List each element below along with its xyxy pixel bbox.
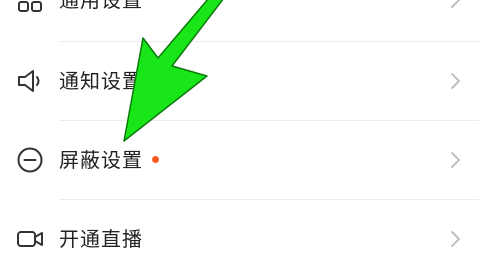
settings-item-block[interactable]: 屏蔽设置 [0,121,479,199]
chevron-right-icon [449,0,463,10]
settings-item-label: 屏蔽设置 [59,148,143,172]
chevron-right-icon [449,229,463,249]
settings-item-label: 通用设置 [59,0,143,12]
notification-dot [152,156,159,163]
grid-icon [15,0,45,15]
speaker-icon [15,66,45,96]
chevron-right-icon [449,150,463,170]
settings-item-label: 通知设置 [59,69,143,93]
chevron-right-icon [449,71,463,91]
settings-item-label: 开通直播 [59,227,143,251]
video-camera-icon [15,224,45,254]
settings-item-live[interactable]: 开通直播 [0,200,479,266]
minus-circle-icon [15,145,45,175]
settings-screen: 通用设置 通知设置 屏蔽设置 开通直播 [0,0,479,266]
settings-item-notification[interactable]: 通知设置 [0,42,479,120]
settings-item-general[interactable]: 通用设置 [0,0,479,39]
